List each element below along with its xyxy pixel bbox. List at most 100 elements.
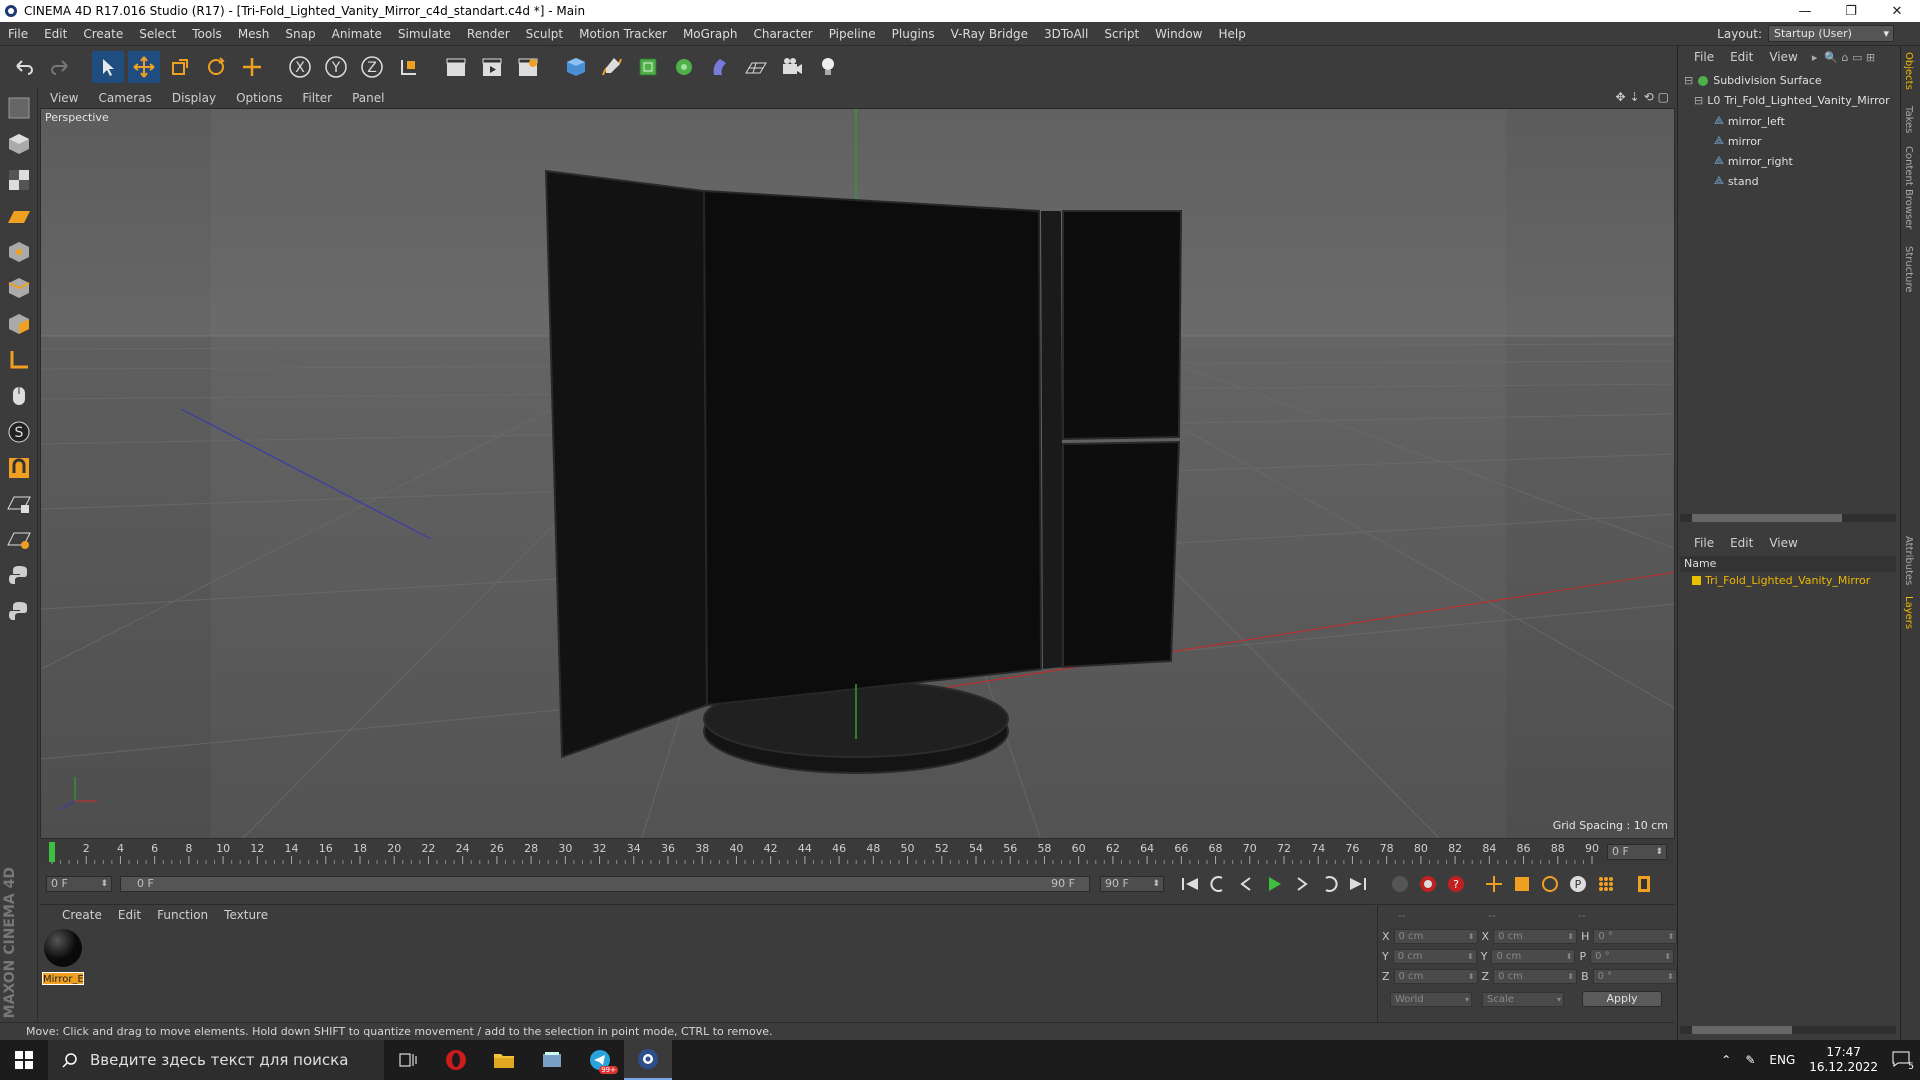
tab-structure[interactable]: Structure: [1903, 246, 1914, 293]
menu-tools[interactable]: Tools: [184, 27, 230, 41]
coordinate-mode-dropdown[interactable]: World ▾: [1390, 991, 1472, 1007]
menu-3dtoall[interactable]: 3DToAll: [1036, 27, 1096, 41]
planar-workplane-button[interactable]: [3, 524, 35, 556]
taskbar-cinema4d[interactable]: [624, 1040, 672, 1080]
timeline-ruler[interactable]: 0246810121416182022242628303234363840424…: [40, 840, 1675, 864]
points-mode-button[interactable]: [3, 236, 35, 268]
go-to-start-button[interactable]: [1178, 872, 1202, 896]
select-tool-button[interactable]: [92, 51, 124, 83]
layout-dropdown[interactable]: Startup (User): [1768, 25, 1894, 42]
rotation-h-field[interactable]: 0 ° ⬍: [1593, 929, 1678, 944]
previous-frame-button[interactable]: [1234, 872, 1258, 896]
position-z-field[interactable]: 0 cm ⬍: [1393, 969, 1478, 984]
tree-item-mirror-left[interactable]: ⟁ mirror_left: [1714, 114, 1785, 128]
menu-select[interactable]: Select: [131, 27, 184, 41]
taskbar-file-explorer[interactable]: [480, 1040, 528, 1080]
tab-takes[interactable]: Takes: [1903, 106, 1914, 133]
python-script-2-button[interactable]: [3, 596, 35, 628]
camera-button[interactable]: [776, 51, 808, 83]
model-mode-button[interactable]: [3, 128, 35, 160]
render-settings-button[interactable]: [512, 51, 544, 83]
menu-file[interactable]: File: [0, 27, 36, 41]
tree-item-mirror-right[interactable]: ⟁ mirror_right: [1714, 154, 1793, 168]
playhead[interactable]: [49, 842, 55, 862]
key-position-button[interactable]: [1482, 872, 1506, 896]
viewport-menu-options[interactable]: Options: [226, 91, 292, 105]
python-script-button[interactable]: [3, 560, 35, 592]
tree-item-subdivision[interactable]: ⊟ Subdivision Surface: [1684, 74, 1822, 87]
menu-help[interactable]: Help: [1210, 27, 1253, 41]
position-y-field[interactable]: 0 cm ⬍: [1392, 949, 1477, 964]
objects-menu-edit[interactable]: Edit: [1722, 50, 1761, 64]
x-axis-button[interactable]: X: [284, 51, 316, 83]
material-menu-function[interactable]: Function: [149, 908, 216, 922]
autokeying-button[interactable]: [1416, 872, 1440, 896]
cube-object-button[interactable]: [560, 51, 592, 83]
deformer-button[interactable]: [704, 51, 736, 83]
menu-sculpt[interactable]: Sculpt: [518, 27, 571, 41]
layers-menu-view[interactable]: View: [1761, 536, 1805, 550]
rotation-b-field[interactable]: 0 ° ⬍: [1592, 969, 1677, 984]
material-menu-create[interactable]: Create: [54, 908, 110, 922]
spline-pen-button[interactable]: [596, 51, 628, 83]
viewport-menu-view[interactable]: View: [40, 91, 88, 105]
menu-script[interactable]: Script: [1096, 27, 1147, 41]
frame-range-slider[interactable]: 0 F 90 F: [120, 876, 1090, 892]
move-tool-button[interactable]: [128, 51, 160, 83]
viewport-menu-filter[interactable]: Filter: [292, 91, 342, 105]
viewport-dolly-icon[interactable]: ⇣: [1630, 90, 1640, 104]
taskbar-opera[interactable]: [432, 1040, 480, 1080]
taskbar-telegram[interactable]: 99+: [576, 1040, 624, 1080]
menu-create[interactable]: Create: [75, 27, 131, 41]
size-mode-dropdown[interactable]: Scale ▾: [1482, 991, 1564, 1007]
edges-mode-button[interactable]: [3, 272, 35, 304]
redo-button[interactable]: [44, 51, 76, 83]
z-axis-button[interactable]: Z: [356, 51, 388, 83]
menu-motion-tracker[interactable]: Motion Tracker: [571, 27, 675, 41]
taskbar-app-windows[interactable]: [528, 1040, 576, 1080]
menu-plugins[interactable]: Plugins: [884, 27, 943, 41]
viewport-menu-panel[interactable]: Panel: [342, 91, 394, 105]
key-rotation-button[interactable]: [1538, 872, 1562, 896]
undo-button[interactable]: [8, 51, 40, 83]
pen-icon[interactable]: ✎: [1745, 1053, 1755, 1067]
menu-edit[interactable]: Edit: [36, 27, 75, 41]
menu-window[interactable]: Window: [1147, 27, 1210, 41]
light-button[interactable]: [812, 51, 844, 83]
objects-menu-view[interactable]: View: [1761, 50, 1805, 64]
menu-mograph[interactable]: MoGraph: [675, 27, 746, 41]
layer-item-vanity-mirror[interactable]: Tri_Fold_Lighted_Vanity_Mirror: [1692, 574, 1870, 587]
next-key-button[interactable]: [1318, 872, 1342, 896]
tab-layers[interactable]: Layers: [1903, 596, 1914, 629]
key-parameter-button[interactable]: P: [1566, 872, 1590, 896]
key-pla-button[interactable]: [1594, 872, 1618, 896]
timeline-window-button[interactable]: [1632, 872, 1656, 896]
tray-language[interactable]: ENG: [1769, 1053, 1795, 1067]
previous-key-button[interactable]: [1206, 872, 1230, 896]
object-tree-scrollbar[interactable]: [1680, 514, 1896, 522]
end-frame-field[interactable]: 90 F ⬍: [1100, 876, 1164, 892]
tweak-mode-button[interactable]: [3, 380, 35, 412]
close-button[interactable]: ✕: [1874, 0, 1920, 22]
tree-item-vanity-mirror[interactable]: ⊟ L0 Tri_Fold_Lighted_Vanity_Mirror: [1694, 94, 1890, 107]
magnet-button[interactable]: [3, 452, 35, 484]
minimize-button[interactable]: —: [1782, 0, 1828, 22]
tree-item-mirror[interactable]: ⟁ mirror: [1714, 134, 1761, 148]
viewport-menu-cameras[interactable]: Cameras: [88, 91, 161, 105]
last-tool-button[interactable]: [236, 51, 268, 83]
tray-chevron-icon[interactable]: ⌃: [1721, 1053, 1731, 1067]
tab-attributes[interactable]: Attributes: [1903, 536, 1914, 585]
material-menu-texture[interactable]: Texture: [216, 908, 276, 922]
start-frame-field[interactable]: 0 F ⬍: [46, 876, 112, 892]
subdivision-surface-button[interactable]: [632, 51, 664, 83]
axis-mode-button[interactable]: [3, 344, 35, 376]
viewport-rotate-icon[interactable]: ⟲: [1644, 90, 1654, 104]
current-frame-field[interactable]: 0 F ⬍: [1607, 844, 1667, 860]
texture-mode-button[interactable]: [3, 164, 35, 196]
go-to-end-button[interactable]: [1346, 872, 1370, 896]
render-view-button[interactable]: [440, 51, 472, 83]
maximize-button[interactable]: ❐: [1828, 0, 1874, 22]
tray-clock[interactable]: 17:47 16.12.2022: [1809, 1045, 1878, 1075]
play-button[interactable]: [1262, 872, 1286, 896]
viewport-maximize-icon[interactable]: ▢: [1658, 90, 1669, 104]
